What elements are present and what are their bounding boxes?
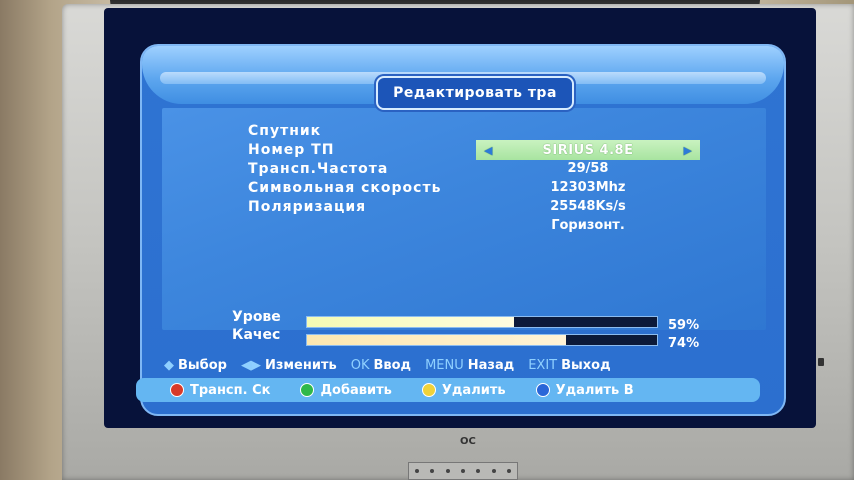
label-frequency: Трансп.Частота: [248, 161, 389, 177]
tv-button[interactable]: [414, 469, 419, 473]
symbol-rate-value[interactable]: 25548Ks/s: [476, 197, 700, 216]
yellow-key-delete[interactable]: Удалить: [421, 382, 506, 398]
tv-button[interactable]: [491, 469, 496, 473]
tv-brand-logo: OC: [460, 436, 476, 447]
yellow-button-icon: [421, 383, 436, 397]
signal-level-fill: [307, 317, 514, 327]
tv-button[interactable]: [460, 469, 465, 473]
label-symbol-rate: Символьная скорость: [248, 180, 442, 196]
ok-key: OK: [350, 358, 370, 373]
page-title: Редактировать тра: [376, 76, 574, 110]
tv-button[interactable]: [445, 469, 450, 473]
blue-button-icon: [535, 383, 550, 397]
red-key-label: Трансп. Ск: [190, 382, 271, 398]
field-labels: Спутник Номер ТП Трансп.Частота Символьн…: [248, 122, 441, 217]
signal-quality-label: Качес: [232, 327, 281, 343]
help-exit: EXIT Выход: [528, 358, 610, 373]
help-bar: ◆ Выбор ◀▶ Изменить OK Ввод MENU Назад EXIT В…: [164, 358, 764, 373]
label-tp-number: Номер ТП: [248, 142, 335, 158]
color-key-bar: Трансп. Ск Добавить Удалить Удалить В: [136, 378, 760, 402]
signal-quality-fill: [307, 335, 566, 345]
power-led: [818, 358, 824, 366]
left-arrow-icon[interactable]: ◀: [484, 144, 492, 157]
help-select: ◆ Выбор: [164, 358, 227, 373]
green-key-label: Добавить: [320, 382, 392, 398]
help-change-label: Изменить: [264, 358, 337, 373]
help-ok-label: Ввод: [373, 358, 412, 373]
help-change: ◀▶ Изменить: [241, 358, 337, 373]
help-ok: OK Ввод: [351, 358, 411, 373]
polarization-value[interactable]: Горизонт.: [476, 216, 700, 235]
tv-button[interactable]: [430, 469, 435, 473]
label-satellite: Спутник: [248, 123, 322, 139]
satellite-selector[interactable]: ◀ SIRIUS 4.8E ▶: [476, 140, 700, 160]
tv-button[interactable]: [507, 469, 512, 473]
blue-key-label: Удалить В: [555, 382, 634, 398]
help-select-label: Выбор: [178, 358, 227, 373]
up-down-icon: ◆: [164, 358, 174, 373]
signal-quality-percent: 74%: [668, 336, 700, 351]
help-exit-label: Выход: [561, 358, 611, 373]
left-right-icon: ◀▶: [240, 358, 261, 373]
field-values: 29/58 12303Mhz 25548Ks/s Горизонт.: [476, 159, 700, 235]
help-menu: MENU Назад: [425, 358, 514, 373]
tv-button[interactable]: [476, 469, 481, 473]
help-menu-label: Назад: [467, 358, 515, 373]
blue-key-delete-all[interactable]: Удалить В: [535, 382, 634, 398]
right-arrow-icon[interactable]: ▶: [684, 144, 692, 157]
red-button-icon: [170, 383, 184, 397]
exit-key: EXIT: [528, 358, 558, 373]
red-key-transponder-scan[interactable]: Трансп. Ск: [170, 383, 270, 398]
frequency-value[interactable]: 12303Mhz: [476, 178, 700, 197]
signal-quality-bar: [306, 334, 658, 346]
green-button-icon: [300, 383, 315, 397]
signal-level-bar: [306, 316, 658, 328]
tv-front-buttons[interactable]: [408, 462, 518, 480]
satellite-value: SIRIUS 4.8E: [542, 142, 634, 158]
signal-level-label: Урове: [232, 309, 281, 325]
green-key-add[interactable]: Добавить: [300, 382, 392, 398]
tp-number-value[interactable]: 29/58: [476, 159, 700, 178]
signal-level-percent: 59%: [668, 318, 700, 333]
signal-labels: Урове Качес: [232, 308, 281, 344]
menu-key: MENU: [425, 358, 464, 373]
label-polarization: Поляризация: [248, 199, 367, 215]
yellow-key-label: Удалить: [441, 382, 506, 398]
